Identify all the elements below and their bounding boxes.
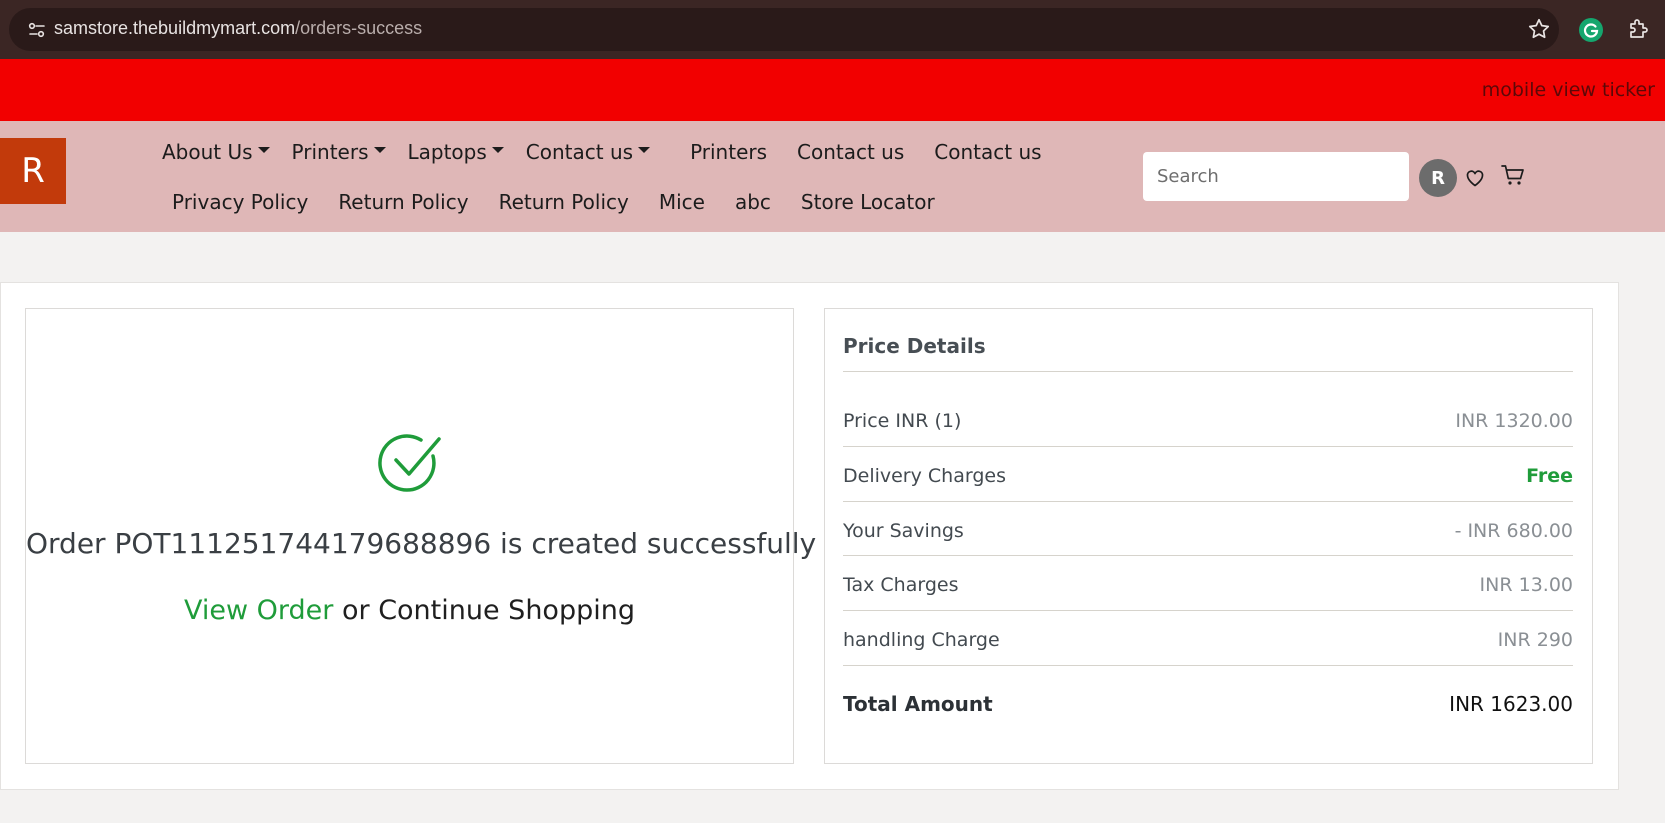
tax-row: Tax Charges INR 13.00 <box>843 574 1573 596</box>
nav-item-label: Store Locator <box>800 190 935 214</box>
price-row: Price INR (1) INR 1320.00 <box>843 410 1573 432</box>
total-row: Total Amount INR 1623.00 <box>843 692 1573 716</box>
nav-item-label: Contact us <box>525 140 634 164</box>
nav-item-label: Laptops <box>407 140 487 164</box>
handling-row-label: handling Charge <box>843 629 1000 651</box>
user-avatar[interactable]: R <box>1419 159 1457 197</box>
address-bar[interactable]: samstore.thebuildmymart.com/orders-succe… <box>9 8 1559 51</box>
price-details-title: Price Details <box>843 334 986 358</box>
nav-item-laptops-menu[interactable]: Laptops <box>408 140 504 164</box>
chevron-down-icon <box>638 147 651 153</box>
nav-item-privacy-policy[interactable]: Privacy Policy <box>172 190 308 214</box>
success-check-icon <box>378 434 441 492</box>
order-success-message: Order POT111251744179688896 is created s… <box>26 527 817 560</box>
nav-item-mice[interactable]: Mice <box>659 190 705 214</box>
divider <box>843 446 1573 447</box>
total-amount-value: INR 1623.00 <box>1449 692 1573 716</box>
delivery-row-label: Delivery Charges <box>843 465 1006 487</box>
nav-item-contact-us-2[interactable]: Contact us <box>934 140 1041 164</box>
divider <box>843 610 1573 611</box>
tax-row-value: INR 13.00 <box>1479 574 1573 596</box>
divider <box>843 665 1573 666</box>
nav-item-return-policy-2[interactable]: Return Policy <box>499 190 629 214</box>
nav-item-return-policy[interactable]: Return Policy <box>338 190 468 214</box>
nav-row-primary: About Us Printers Laptops Contact us Pri… <box>162 140 1042 164</box>
nav-item-label: Contact us <box>934 140 1042 164</box>
browser-toolbar: samstore.thebuildmymart.com/orders-succe… <box>0 0 1665 59</box>
site-settings-icon[interactable] <box>27 20 47 40</box>
nav-item-label: Return Policy <box>338 190 469 214</box>
divider <box>843 555 1573 556</box>
bookmark-star-icon[interactable] <box>1526 16 1552 42</box>
divider <box>843 501 1573 502</box>
url-path: /orders-success <box>295 18 423 38</box>
wishlist-heart-icon[interactable] <box>1464 167 1486 189</box>
nav-item-label: Printers <box>291 140 369 164</box>
order-success-card: Order POT111251744179688896 is created s… <box>25 308 817 764</box>
price-row-value: INR 1320.00 <box>1455 410 1573 432</box>
chevron-down-icon <box>491 147 504 153</box>
nav-item-label: Mice <box>658 190 705 214</box>
nav-item-label: Return Policy <box>498 190 629 214</box>
nav-item-abc[interactable]: abc <box>735 190 771 214</box>
delivery-row-value: Free <box>1526 465 1573 487</box>
chevron-down-icon <box>257 147 270 153</box>
ticker-text: mobile view ticker <box>1481 79 1655 101</box>
handling-row: handling Charge INR 290 <box>843 629 1573 651</box>
nav-item-printers-menu[interactable]: Printers <box>292 140 386 164</box>
cart-icon[interactable] <box>1500 163 1526 187</box>
nav-item-label: Printers <box>690 140 768 164</box>
chevron-down-icon <box>373 147 386 153</box>
announcement-ticker: mobile view ticker <box>0 59 1665 121</box>
price-row-label: Price INR (1) <box>843 410 962 432</box>
grammarly-icon[interactable] <box>1578 17 1604 43</box>
site-header: R About Us Printers Laptops Contact us P… <box>0 121 1665 232</box>
nav-item-label: Contact us <box>797 140 905 164</box>
order-actions-line: View Order or Continue Shopping <box>26 595 793 626</box>
nav-item-label: abc <box>734 190 771 214</box>
savings-row: Your Savings - INR 680.00 <box>843 520 1573 542</box>
savings-row-value: - INR 680.00 <box>1454 520 1573 542</box>
tax-row-label: Tax Charges <box>843 574 959 596</box>
delivery-row: Delivery Charges Free <box>843 465 1573 487</box>
continue-shopping-link[interactable]: Continue Shopping <box>378 595 635 626</box>
nav-row-secondary: Privacy Policy Return Policy Return Poli… <box>172 190 935 214</box>
divider <box>843 371 1573 372</box>
url-text[interactable]: samstore.thebuildmymart.com/orders-succe… <box>54 18 422 39</box>
handling-row-value: INR 290 <box>1497 629 1573 651</box>
nav-item-contact-us-menu[interactable]: Contact us <box>525 140 651 164</box>
nav-item-about-us[interactable]: About Us <box>162 140 270 164</box>
extensions-puzzle-icon[interactable] <box>1626 16 1652 42</box>
nav-item-label: Privacy Policy <box>172 190 309 214</box>
price-details-card: Price Details Price INR (1) INR 1320.00 … <box>824 308 1593 764</box>
nav-item-printers[interactable]: Printers <box>690 140 767 164</box>
nav-item-label: About Us <box>162 140 253 164</box>
search-input[interactable] <box>1143 152 1409 201</box>
savings-row-label: Your Savings <box>843 520 964 542</box>
url-host: samstore.thebuildmymart.com <box>54 18 296 38</box>
view-order-link[interactable]: View Order <box>184 595 333 626</box>
total-amount-label: Total Amount <box>843 692 993 716</box>
store-logo[interactable]: R <box>0 138 66 204</box>
nav-item-store-locator[interactable]: Store Locator <box>801 190 935 214</box>
nav-item-contact-us[interactable]: Contact us <box>797 140 904 164</box>
or-text: or <box>333 595 379 626</box>
